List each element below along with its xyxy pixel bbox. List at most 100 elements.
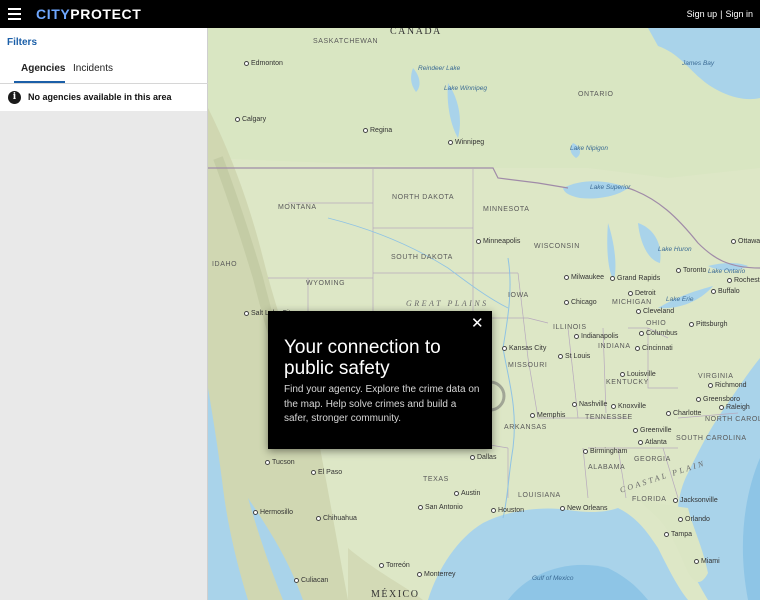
map-label-state: TEXAS bbox=[423, 476, 449, 483]
map-label-state: ALABAMA bbox=[588, 464, 626, 471]
map-label-state: SASKATCHEWAN bbox=[313, 38, 379, 45]
map-city: Atlanta bbox=[638, 439, 667, 447]
map-city: Torreón bbox=[379, 562, 410, 570]
map-label-canada: CANADA bbox=[390, 28, 442, 37]
map-city: Austin bbox=[454, 490, 480, 498]
map-label-state: IOWA bbox=[508, 292, 529, 299]
map-city: Calgary bbox=[235, 116, 266, 124]
map-city: Ottawa bbox=[731, 238, 760, 246]
map-city: Monterrey bbox=[417, 571, 456, 579]
no-agencies-notice: i No agencies available in this area bbox=[0, 85, 207, 111]
map-label-state: IDAHO bbox=[212, 261, 238, 268]
auth-separator: | bbox=[720, 9, 723, 19]
tab-incidents[interactable]: Incidents bbox=[73, 63, 113, 83]
map-label-mexico: MÉXICO bbox=[371, 589, 420, 600]
map-water-label: Gulf of Mexico bbox=[532, 575, 574, 582]
notice-message: No agencies available in this area bbox=[28, 92, 172, 102]
map-label-state: MINNESOTA bbox=[483, 206, 530, 213]
map-water-label: Lake Erie bbox=[666, 296, 694, 303]
map-city: Orlando bbox=[678, 516, 710, 524]
map-water-label: Lake Superior bbox=[590, 184, 631, 191]
map-city: Nashville bbox=[572, 401, 607, 409]
map-city: Edmonton bbox=[244, 60, 283, 68]
map-city: Greensboro bbox=[696, 396, 740, 404]
map-label-state: NORTH CAROLINA bbox=[705, 416, 760, 423]
map-city: Raleigh bbox=[719, 404, 750, 412]
sign-in-link[interactable]: Sign in bbox=[725, 9, 753, 19]
close-icon[interactable]: ✕ bbox=[471, 316, 484, 331]
map-city: Buffalo bbox=[711, 288, 740, 296]
map-city: Winnipeg bbox=[448, 139, 484, 147]
map-label-state: VIRGINIA bbox=[698, 373, 734, 380]
welcome-modal: ✕ Your connection to public safety Find … bbox=[268, 311, 492, 449]
map-city: Toronto bbox=[676, 267, 706, 275]
map-label-state: OHIO bbox=[646, 320, 667, 327]
map-city: Hermosillo bbox=[253, 509, 293, 517]
cityprotect-logo[interactable]: CITYPROTECT bbox=[36, 6, 141, 22]
sign-up-link[interactable]: Sign up bbox=[687, 9, 718, 19]
map-city: Kansas City bbox=[502, 345, 546, 353]
map-city: Regina bbox=[363, 127, 392, 135]
map-city: Houston bbox=[491, 507, 524, 515]
map-water-label: Lake Nipigon bbox=[570, 145, 608, 152]
map-water-label: James Bay bbox=[682, 60, 715, 67]
sidebar-tabs: Agencies Incidents bbox=[14, 63, 208, 83]
map-label-state: ARKANSAS bbox=[504, 424, 547, 431]
map-city: Indianapolis bbox=[574, 333, 618, 341]
tab-agencies[interactable]: Agencies bbox=[14, 63, 65, 83]
map-city: Minneapolis bbox=[476, 238, 520, 246]
map-label-state: FLORIDA bbox=[632, 496, 667, 503]
map-city: Columbus bbox=[639, 330, 678, 338]
hamburger-menu-icon[interactable] bbox=[8, 8, 21, 20]
map-city: Milwaukee bbox=[564, 274, 604, 282]
map-city: Pittsburgh bbox=[689, 321, 728, 329]
tabs-divider bbox=[0, 83, 208, 84]
auth-links: Sign up | Sign in bbox=[687, 8, 753, 20]
map-city: Rochester bbox=[727, 277, 760, 285]
top-navigation-bar: CITYPROTECT Sign up | Sign in bbox=[0, 0, 760, 28]
map-label-state: KENTUCKY bbox=[606, 379, 649, 386]
map-city: Memphis bbox=[530, 412, 565, 420]
map-city: Louisville bbox=[620, 371, 656, 379]
map-label-state: ILLINOIS bbox=[553, 324, 587, 331]
map-water-label: Lake Ontario bbox=[708, 268, 746, 275]
map-city: Tampa bbox=[664, 531, 692, 539]
sidebar: Filters Agencies Incidents i No agencies… bbox=[0, 28, 208, 600]
logo-part-city: CITY bbox=[36, 6, 71, 22]
sidebar-header: Filters Agencies Incidents i No agencies… bbox=[0, 28, 208, 111]
map-label-state: LOUISIANA bbox=[518, 492, 561, 499]
map-city: Richmond bbox=[708, 382, 747, 390]
modal-body: Find your agency. Explore the crime data… bbox=[284, 384, 480, 424]
logo-part-protect: PROTECT bbox=[70, 6, 142, 22]
map-label-state: MONTANA bbox=[278, 204, 317, 211]
info-icon: i bbox=[8, 91, 21, 104]
map-water-label: Lake Huron bbox=[658, 246, 692, 253]
map-label-state: ONTARIO bbox=[578, 91, 614, 98]
map-city: Chicago bbox=[564, 299, 597, 307]
map-city: Birmingham bbox=[583, 448, 627, 456]
map-label-state: MISSOURI bbox=[508, 362, 548, 369]
map-city: Knoxville bbox=[611, 403, 646, 411]
map-city: San Antonio bbox=[418, 504, 463, 512]
map-label-state: NORTH DAKOTA bbox=[392, 194, 455, 201]
map-label-state: WYOMING bbox=[306, 280, 346, 287]
map-city: Miami bbox=[694, 558, 720, 566]
map-city: St Louis bbox=[558, 353, 590, 361]
map-label-state: GEORGIA bbox=[634, 456, 671, 463]
map-label-state: SOUTH DAKOTA bbox=[391, 254, 453, 261]
map-water-label: Lake Winnipeg bbox=[444, 85, 487, 92]
map-label-state: INDIANA bbox=[598, 343, 631, 350]
filters-link[interactable]: Filters bbox=[7, 37, 37, 48]
map-label-state: TENNESSEE bbox=[585, 414, 633, 421]
map-city: Charlotte bbox=[666, 410, 701, 418]
map-water-label: Reindeer Lake bbox=[418, 65, 461, 72]
map-city: Detroit bbox=[628, 290, 656, 298]
map-label-state: WISCONSIN bbox=[534, 243, 580, 250]
map-city: Chihuahua bbox=[316, 515, 357, 523]
map-city: El Paso bbox=[311, 469, 342, 477]
map-city: Cleveland bbox=[636, 308, 674, 316]
map-city: Tucson bbox=[265, 459, 295, 467]
modal-title: Your connection to public safety bbox=[284, 337, 441, 379]
map-label-state: MICHIGAN bbox=[612, 299, 652, 306]
map-city: Culiacan bbox=[294, 577, 328, 585]
